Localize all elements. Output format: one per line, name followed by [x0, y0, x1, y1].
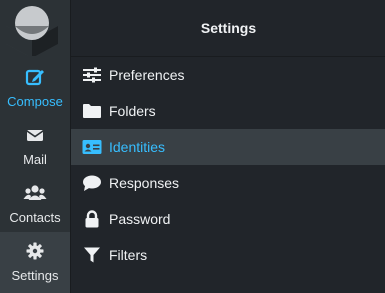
settings-item-label: Preferences — [109, 67, 185, 83]
sliders-icon — [83, 67, 101, 83]
settings-menu: Preferences Folders Identities Responses… — [71, 57, 385, 273]
filter-icon — [84, 247, 100, 263]
gear-icon — [26, 242, 44, 260]
page-title: Settings — [200, 20, 257, 36]
settings-panel: Settings Preferences Folders Identities … — [70, 0, 385, 293]
compose-icon — [25, 69, 44, 86]
settings-header: Settings — [71, 0, 385, 57]
users-icon — [23, 185, 47, 200]
settings-item-password[interactable]: Password — [71, 201, 385, 237]
lock-icon — [85, 210, 99, 228]
app-rail: Compose Mail Contacts Settings — [0, 0, 70, 293]
comment-icon — [83, 175, 101, 191]
settings-item-label: Folders — [109, 103, 156, 119]
rail-compose[interactable]: Compose — [0, 58, 70, 116]
settings-item-label: Responses — [109, 175, 180, 191]
rail-compose-label: Compose — [7, 94, 63, 109]
rail-mail[interactable]: Mail — [0, 116, 70, 174]
envelope-icon — [26, 130, 44, 141]
folder-icon — [83, 104, 101, 118]
settings-item-responses[interactable]: Responses — [71, 165, 385, 201]
rail-mail-label: Mail — [23, 152, 47, 167]
rail-contacts-label: Contacts — [9, 210, 61, 225]
roundcube-logo-icon — [6, 6, 58, 58]
settings-item-preferences[interactable]: Preferences — [71, 57, 385, 93]
settings-item-folders[interactable]: Folders — [71, 93, 385, 129]
settings-item-label: Password — [109, 211, 171, 227]
id-card-icon — [82, 140, 102, 154]
settings-item-label: Identities — [109, 139, 166, 155]
settings-item-identities[interactable]: Identities — [71, 129, 385, 165]
rail-settings-label: Settings — [11, 268, 59, 283]
settings-item-filters[interactable]: Filters — [71, 237, 385, 273]
app-logo[interactable] — [0, 0, 70, 58]
settings-item-label: Filters — [109, 247, 148, 263]
rail-settings[interactable]: Settings — [0, 232, 70, 293]
rail-contacts[interactable]: Contacts — [0, 174, 70, 232]
